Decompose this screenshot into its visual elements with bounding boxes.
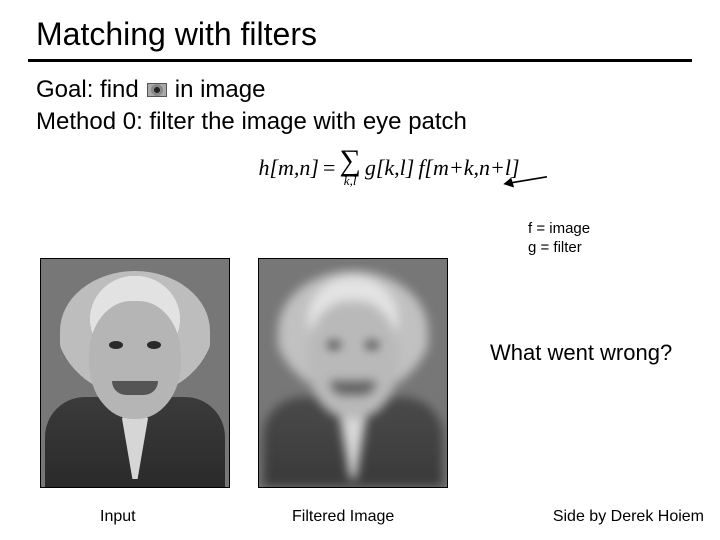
formula-block: h[m,n] = ∑ k,l g[k,l] f[m+k,n+l] (36, 146, 692, 189)
formula-g: g[k,l] (365, 155, 415, 181)
credit-text: Side by Derek Hoiem (553, 508, 704, 526)
goal-prefix: Goal: find (36, 76, 139, 104)
question-text: What went wrong? (490, 340, 672, 366)
legend-f: f = image (528, 220, 590, 239)
method-text: Method 0: filter the image with eye patc… (36, 108, 467, 136)
content-block: Goal: find in image Method 0: filter the… (0, 72, 720, 189)
goal-line: Goal: find in image (36, 76, 692, 104)
images-row (40, 258, 448, 488)
formula-eq: = (323, 155, 335, 181)
method-line: Method 0: filter the image with eye patc… (36, 108, 692, 136)
legend-block: f = image g = filter (528, 220, 590, 258)
filtered-image (258, 258, 448, 488)
title-rule (28, 59, 692, 62)
formula-f: f[m+k,n+l] (418, 155, 519, 181)
eye-patch-icon (147, 83, 167, 97)
legend-g: g = filter (528, 239, 590, 258)
formula-lhs: h[m,n] (258, 155, 319, 181)
slide-title: Matching with filters (0, 0, 720, 59)
sigma-sub: k,l (344, 174, 357, 187)
caption-input: Input (100, 508, 136, 526)
caption-filtered: Filtered Image (292, 508, 394, 526)
sigma-icon: ∑ k,l (339, 146, 360, 189)
goal-suffix: in image (175, 76, 266, 104)
formula: h[m,n] = ∑ k,l g[k,l] f[m+k,n+l] (208, 146, 519, 189)
input-image (40, 258, 230, 488)
